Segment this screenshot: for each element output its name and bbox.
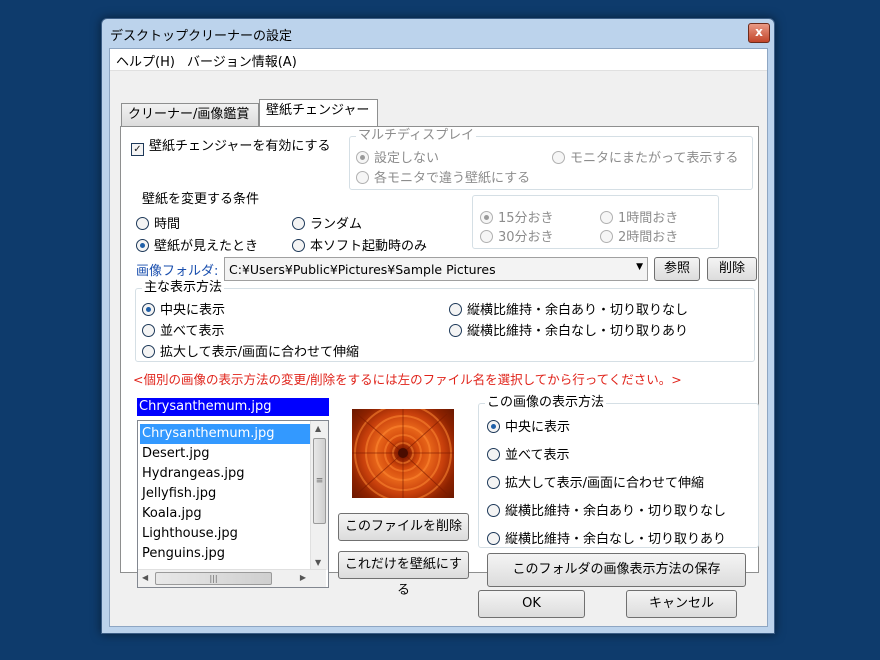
image-method-group: この画像の表示方法 中央に表示 並べて表示 拡大して表示/画面に合わせて伸縮 縦…: [478, 395, 759, 548]
image-folder-combo[interactable]: C:¥Users¥Public¥Pictures¥Sample Pictures…: [224, 257, 648, 281]
preview-image: [352, 409, 454, 498]
condition-random[interactable]: ランダム: [292, 213, 362, 232]
interval-group: 15分おき 1時間おき 30分おき 2時間おき: [472, 195, 719, 249]
tab-cleaner-viewer[interactable]: クリーナー/画像鑑賞: [121, 103, 259, 126]
radio-icon: [449, 303, 462, 316]
condition-startup[interactable]: 本ソフト起動時のみ: [292, 235, 427, 254]
list-item[interactable]: Chrysanthemum.jpg: [140, 424, 311, 444]
menu-version-info[interactable]: バージョン情報(A): [187, 51, 297, 70]
file-listbox[interactable]: Chrysanthemum.jpg Desert.jpg Hydrangeas.…: [137, 420, 329, 588]
radio-icon: [487, 448, 500, 461]
wallpaper-changer-panel: ✓ 壁紙チェンジャーを有効にする マルチディスプレイ 設定しない モニタにまたがっ…: [120, 126, 759, 598]
interval-30min[interactable]: 30分おき: [480, 226, 554, 245]
enable-checkbox[interactable]: ✓: [131, 143, 144, 156]
list-item[interactable]: Hydrangeas.jpg: [140, 464, 245, 484]
radio-icon: [487, 420, 500, 433]
radio-icon: [292, 239, 305, 252]
browse-button[interactable]: 参照: [654, 257, 700, 281]
list-item[interactable]: Penguins.jpg: [140, 544, 225, 564]
multi-display-group: マルチディスプレイ 設定しない モニタにまたがって表示する 各モニタで違う壁紙に…: [349, 128, 753, 190]
radio-icon: [552, 151, 565, 164]
scroll-left-icon[interactable]: ◀: [142, 573, 148, 582]
display-keep-aspect-crop[interactable]: 縦横比維持・余白なし・切り取りあり: [449, 320, 688, 339]
scroll-down-icon[interactable]: ▼: [315, 558, 321, 567]
display-keep-aspect-margin[interactable]: 縦横比維持・余白あり・切り取りなし: [449, 299, 688, 318]
enable-label: 壁紙チェンジャーを有効にする: [149, 139, 331, 154]
image-center[interactable]: 中央に表示: [487, 416, 570, 435]
radio-icon: [292, 217, 305, 230]
tab-wallpaper-changer[interactable]: 壁紙チェンジャー: [259, 99, 378, 126]
radio-icon: [600, 230, 613, 243]
image-keep-aspect-margin[interactable]: 縦横比維持・余白あり・切り取りなし: [487, 500, 726, 519]
radio-icon: [600, 211, 613, 224]
condition-time[interactable]: 時間: [136, 213, 180, 232]
change-condition-title: 壁紙を変更する条件: [140, 192, 262, 207]
vertical-scroll-thumb[interactable]: ≡: [313, 438, 326, 524]
radio-icon: [142, 345, 155, 358]
settings-window: デスクトップクリーナーの設定 x ヘルプ(H) バージョン情報(A) クリーナー…: [101, 18, 775, 634]
radio-icon: [356, 151, 369, 164]
image-method-title: この画像の表示方法: [485, 395, 607, 410]
set-as-wallpaper-button[interactable]: これだけを壁紙にする: [338, 551, 469, 598]
scroll-right-icon[interactable]: ▶: [300, 573, 306, 582]
ok-button[interactable]: OK: [478, 590, 585, 618]
interval-15min[interactable]: 15分おき: [480, 207, 554, 226]
notice-text: <個別の画像の表示方法の変更/削除をするには左のファイル名を選択してから行ってく…: [133, 372, 682, 387]
radio-icon: [136, 217, 149, 230]
image-keep-aspect-crop[interactable]: 縦横比維持・余白なし・切り取りあり: [487, 528, 726, 547]
interval-2hours[interactable]: 2時間おき: [600, 226, 678, 245]
image-folder-label: 画像フォルダ:: [136, 264, 219, 279]
menu-help[interactable]: ヘルプ(H): [116, 51, 175, 70]
scroll-up-icon[interactable]: ▲: [315, 424, 321, 433]
display-method-title: 主な表示方法: [142, 280, 225, 295]
cancel-button[interactable]: キャンセル: [626, 590, 737, 618]
multi-display-none[interactable]: 設定しない: [356, 147, 439, 166]
menu-bar: ヘルプ(H) バージョン情報(A): [110, 49, 767, 71]
display-stretch[interactable]: 拡大して表示/画面に合わせて伸縮: [142, 341, 359, 360]
title-bar[interactable]: デスクトップクリーナーの設定 x: [102, 19, 774, 47]
horizontal-scroll-thumb[interactable]: |||: [155, 572, 272, 585]
horizontal-scrollbar[interactable]: ◀ ||| ▶: [138, 569, 326, 587]
radio-icon: [356, 171, 369, 184]
radio-icon: [480, 230, 493, 243]
radio-icon: [487, 476, 500, 489]
delete-file-button[interactable]: このファイルを削除: [338, 513, 469, 541]
vertical-scrollbar[interactable]: ▲ ≡ ▼: [310, 421, 328, 570]
folder-delete-button[interactable]: 削除: [707, 257, 757, 281]
radio-icon: [480, 211, 493, 224]
save-folder-method-button[interactable]: このフォルダの画像表示方法の保存: [487, 553, 746, 587]
list-item[interactable]: Desert.jpg: [140, 444, 209, 464]
enable-wallpaper-changer[interactable]: ✓ 壁紙チェンジャーを有効にする: [131, 135, 330, 156]
condition-visible[interactable]: 壁紙が見えたとき: [136, 235, 258, 254]
window-title: デスクトップクリーナーの設定: [110, 29, 293, 44]
display-center[interactable]: 中央に表示: [142, 299, 225, 318]
display-method-group: 主な表示方法 中央に表示 縦横比維持・余白あり・切り取りなし 並べて表示 縦横比…: [135, 280, 755, 362]
display-tile[interactable]: 並べて表示: [142, 320, 224, 339]
radio-icon: [136, 239, 149, 252]
radio-icon: [487, 504, 500, 517]
image-tile[interactable]: 並べて表示: [487, 444, 569, 463]
multi-display-title: マルチディスプレイ: [356, 128, 477, 143]
radio-icon: [142, 303, 155, 316]
close-icon[interactable]: x: [748, 23, 770, 43]
radio-icon: [142, 324, 155, 337]
selected-file-name: Chrysanthemum.jpg: [137, 398, 329, 416]
radio-icon: [487, 532, 500, 545]
chevron-down-icon[interactable]: ▼: [636, 262, 643, 272]
change-condition-group: 壁紙を変更する条件 時間 ランダム 壁紙が見えたとき 本ソフト起動時のみ: [135, 192, 452, 254]
multi-display-each[interactable]: 各モニタで違う壁紙にする: [356, 167, 530, 186]
image-folder-path: C:¥Users¥Public¥Pictures¥Sample Pictures: [229, 262, 496, 277]
image-stretch[interactable]: 拡大して表示/画面に合わせて伸縮: [487, 472, 704, 491]
multi-display-span[interactable]: モニタにまたがって表示する: [552, 147, 738, 166]
list-item[interactable]: Jellyfish.jpg: [140, 484, 216, 504]
interval-1hour[interactable]: 1時間おき: [600, 207, 678, 226]
list-item[interactable]: Koala.jpg: [140, 504, 202, 524]
list-item[interactable]: Lighthouse.jpg: [140, 524, 238, 544]
radio-icon: [449, 324, 462, 337]
dialog-client-area: ヘルプ(H) バージョン情報(A) クリーナー/画像鑑賞 壁紙チェンジャー ✓ 壁…: [109, 48, 768, 627]
flower-image: [352, 409, 454, 498]
